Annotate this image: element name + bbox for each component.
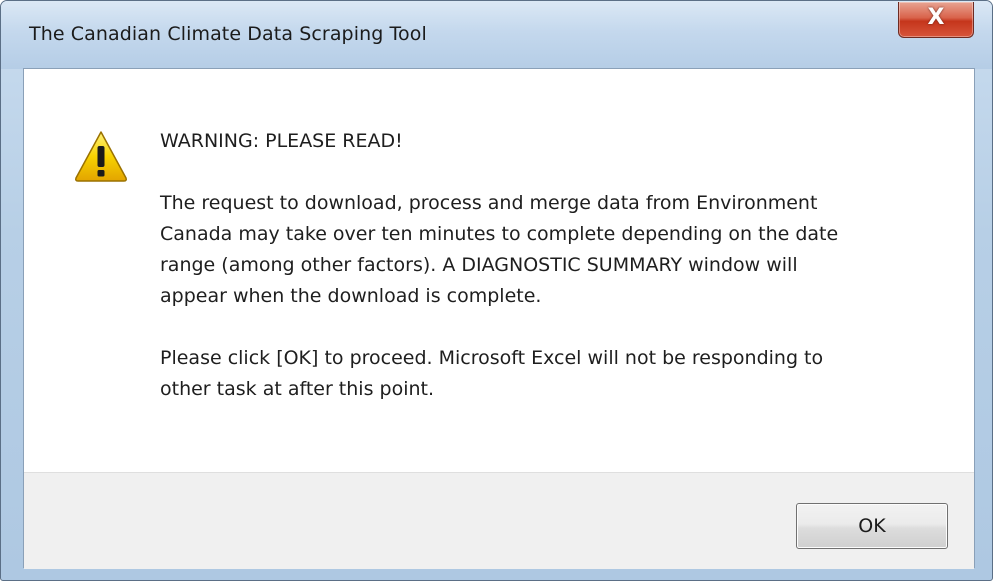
dialog-window: The Canadian Climate Data Scraping Tool … — [0, 0, 993, 581]
paragraph-2-line: Please click [OK] to proceed. Microsoft … — [160, 347, 824, 369]
paragraph-1-line: Canada may take over ten minutes to comp… — [160, 223, 839, 245]
ok-button[interactable]: OK — [796, 503, 948, 549]
title-bar[interactable]: The Canadian Climate Data Scraping Tool … — [1, 1, 992, 69]
message-text: WARNING: PLEASE READ! The request to dow… — [160, 126, 940, 436]
dialog-body: WARNING: PLEASE READ! The request to dow… — [23, 68, 975, 569]
close-button[interactable]: X — [898, 2, 974, 38]
message-area: WARNING: PLEASE READ! The request to dow… — [24, 69, 974, 472]
message-paragraph-1: The request to download, process and mer… — [160, 188, 940, 312]
warning-heading: WARNING: PLEASE READ! — [160, 130, 403, 152]
warning-icon — [75, 131, 127, 182]
message-paragraph-2: Please click [OK] to proceed. Microsoft … — [160, 343, 940, 405]
paragraph-1-line: range (among other factors). A DIAGNOSTI… — [160, 254, 798, 276]
paragraph-2-line: other task at after this point. — [160, 378, 435, 400]
button-bar: OK — [24, 472, 974, 569]
window-title: The Canadian Climate Data Scraping Tool — [29, 23, 427, 45]
paragraph-1-line: appear when the download is complete. — [160, 285, 542, 307]
paragraph-1-line: The request to download, process and mer… — [160, 192, 818, 214]
close-icon: X — [927, 5, 945, 30]
